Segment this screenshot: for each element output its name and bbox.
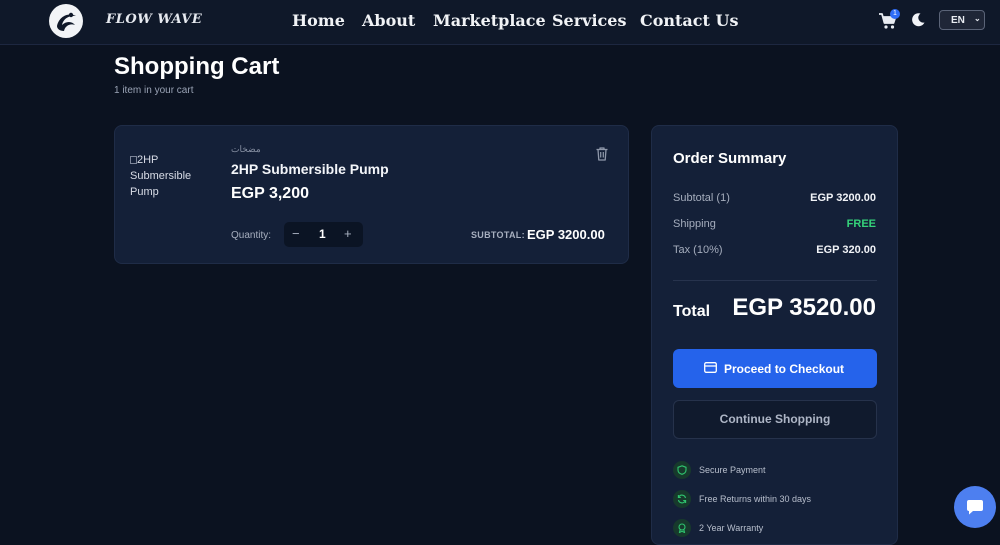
chat-widget-button[interactable]: [954, 486, 996, 528]
nav-about[interactable]: About: [362, 11, 415, 30]
moon-icon[interactable]: [910, 12, 926, 28]
warranty-icon: [673, 519, 691, 537]
quantity-label: Quantity:: [231, 230, 272, 241]
product-price: EGP 3,200: [231, 185, 309, 202]
shipping-value: FREE: [846, 218, 876, 230]
product-name[interactable]: 2HP Submersible Pump: [231, 161, 389, 177]
checkout-button-label: Proceed to Checkout: [724, 362, 845, 376]
subtotal-label: Subtotal (1): [673, 192, 730, 204]
nav-services[interactable]: Services: [552, 11, 626, 30]
main-nav: Home About Marketplace Services Contact …: [0, 11, 1000, 33]
quantity-decrease-button[interactable]: −: [292, 226, 300, 241]
shipping-label: Shipping: [673, 218, 716, 230]
chat-bubble-icon: [967, 500, 983, 515]
broken-image-icon: [130, 156, 137, 164]
proceed-to-checkout-button[interactable]: Proceed to Checkout: [673, 349, 877, 388]
tax-label: Tax (10%): [673, 244, 723, 256]
quantity-stepper: − 1 +: [284, 222, 363, 247]
shield-icon: [673, 461, 691, 479]
total-label: Total: [673, 303, 711, 320]
total-value: EGP 3520.00: [732, 294, 876, 321]
nav-contact-us[interactable]: Contact Us: [640, 11, 738, 30]
quantity-increase-button[interactable]: +: [344, 226, 352, 241]
feature-free-returns: Free Returns within 30 days: [699, 494, 812, 504]
item-subtotal-label: SUBTOTAL:: [471, 230, 525, 240]
item-subtotal-value: EGP 3200.00: [527, 227, 605, 242]
nav-marketplace[interactable]: Marketplace: [433, 11, 546, 30]
product-category: مضخات: [231, 144, 261, 154]
feature-warranty: 2 Year Warranty: [699, 523, 764, 533]
summary-divider: [673, 280, 877, 281]
product-image-alt: 2HP Submersible Pump: [130, 154, 192, 198]
credit-card-icon: [704, 362, 717, 373]
cart-item-card: 2HP Submersible Pump مضخات 2HP Submersib…: [114, 125, 629, 264]
trash-icon[interactable]: [595, 146, 609, 162]
tax-value: EGP 320.00: [816, 244, 876, 256]
nav-home[interactable]: Home: [292, 11, 345, 30]
product-image[interactable]: 2HP Submersible Pump: [130, 152, 210, 200]
continue-shopping-button[interactable]: Continue Shopping: [673, 400, 877, 439]
order-summary-card: Order Summary Subtotal (1) EGP 3200.00 S…: [651, 125, 898, 545]
cart-item-count: 1 item in your cart: [114, 85, 194, 96]
language-select[interactable]: EN ⌄: [939, 10, 985, 30]
quantity-value: 1: [319, 227, 326, 241]
refresh-icon: [673, 490, 691, 508]
feature-secure-payment: Secure Payment: [699, 465, 766, 475]
page-title: Shopping Cart: [114, 53, 280, 80]
top-navbar: FLOW WAVE Home About Marketplace Service…: [0, 0, 1000, 45]
cart-count-badge: 1: [890, 9, 900, 19]
subtotal-value: EGP 3200.00: [810, 192, 876, 204]
chevron-down-icon: ⌄: [974, 14, 981, 23]
order-summary-title: Order Summary: [673, 150, 787, 167]
language-label: EN: [951, 15, 965, 26]
